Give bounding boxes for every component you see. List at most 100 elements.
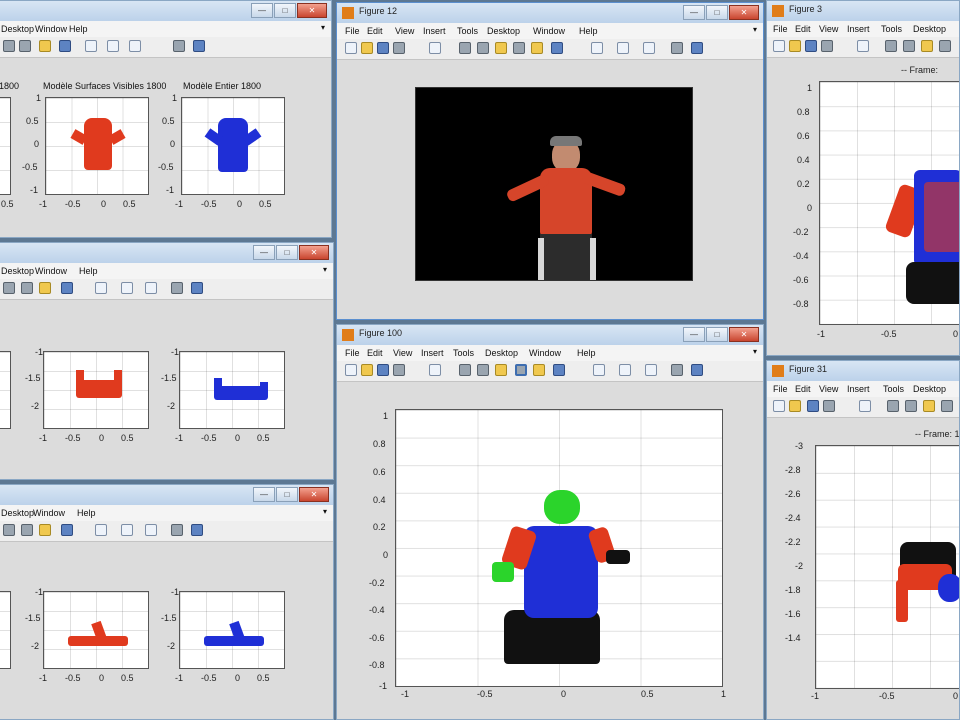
menu-file[interactable]: File [773,24,788,34]
datacursor-icon[interactable] [531,42,543,54]
rotate-icon[interactable] [3,524,15,536]
zoom-out-icon[interactable] [477,364,489,376]
menu-arrow-icon[interactable]: ▾ [753,25,757,34]
maximize-button[interactable]: □ [706,327,728,342]
menu-desktop[interactable]: Desktop [1,266,34,276]
menu-file[interactable]: File [345,348,360,358]
pointer-icon[interactable] [857,40,869,52]
save-icon[interactable] [807,400,819,412]
menu-tools[interactable]: Tools [881,24,902,34]
rotate-icon[interactable] [941,400,953,412]
axes-lt-1[interactable] [0,97,11,195]
datacursor-icon[interactable] [533,364,545,376]
hide-icon[interactable] [671,364,683,376]
show-icon[interactable] [691,364,703,376]
titlebar[interactable]: Figure 31 [767,361,959,381]
menu-arrow-icon[interactable]: ▾ [323,507,327,516]
maximize-button[interactable]: □ [276,487,298,502]
figure-window-left-top[interactable]: — □ ✕ Desktop Window Help ▾ 1800 Modèle … [0,0,332,238]
menu-desktop[interactable]: Desktop [1,24,34,34]
minimize-button[interactable]: — [253,245,275,260]
link-icon[interactable] [593,364,605,376]
menu-desktop[interactable]: Desktop [1,508,34,518]
figure-window-3[interactable]: Figure 3 File Edit View Insert Tools Des… [766,0,960,356]
menu-file[interactable]: File [773,384,788,394]
hide-icon[interactable] [173,40,185,52]
menu-view[interactable]: View [819,384,838,394]
zoom-in-icon[interactable] [887,400,899,412]
menu-help[interactable]: Help [69,24,88,34]
pointer-icon[interactable] [429,364,441,376]
figure-window-100[interactable]: Figure 100 — □ ✕ File Edit View Insert T… [336,324,764,720]
menu-help[interactable]: Help [77,508,96,518]
show-icon[interactable] [691,42,703,54]
close-button[interactable]: ✕ [729,5,759,20]
hide-icon[interactable] [171,524,183,536]
close-button[interactable]: ✕ [299,245,329,260]
menu-help[interactable]: Help [577,348,596,358]
legend-icon[interactable] [129,40,141,52]
titlebar[interactable]: — □ ✕ [0,485,333,505]
menu-tools[interactable]: Tools [453,348,474,358]
rotate-icon[interactable] [3,282,15,294]
menu-view[interactable]: View [819,24,838,34]
rotate-icon[interactable] [3,40,15,52]
menu-edit[interactable]: Edit [795,24,811,34]
save-icon[interactable] [377,364,389,376]
open-icon[interactable] [361,364,373,376]
close-button[interactable]: ✕ [299,487,329,502]
pan-icon[interactable] [923,400,935,412]
axes-lb-3[interactable] [179,591,285,669]
new-icon[interactable] [773,40,785,52]
zoom-in-icon[interactable] [459,364,471,376]
pan-icon[interactable] [495,42,507,54]
brush-icon[interactable] [551,42,563,54]
brush-icon[interactable] [59,40,71,52]
menu-window[interactable]: Window [35,24,67,34]
new-icon[interactable] [773,400,785,412]
zoom-out-icon[interactable] [903,40,915,52]
colorbar-icon[interactable] [619,364,631,376]
rotate-icon[interactable] [515,364,527,376]
menu-view[interactable]: View [393,348,412,358]
menu-window[interactable]: Window [33,508,65,518]
minimize-button[interactable]: — [251,3,273,18]
figure-window-left-bottom[interactable]: — □ ✕ Desktop Window Help ▾ -1 -1.5 -2 -… [0,484,334,720]
save-icon[interactable] [377,42,389,54]
zoom-out-icon[interactable] [905,400,917,412]
close-button[interactable]: ✕ [729,327,759,342]
axes-lm-2[interactable] [43,351,149,429]
menu-tools[interactable]: Tools [883,384,904,394]
menu-desktop[interactable]: Desktop [913,384,946,394]
brush-icon[interactable] [61,524,73,536]
menu-tools[interactable]: Tools [457,26,478,36]
minimize-button[interactable]: — [683,327,705,342]
datacursor-icon[interactable] [39,40,51,52]
brush-icon[interactable] [553,364,565,376]
menu-window[interactable]: Window [529,348,561,358]
pan-icon[interactable] [21,524,33,536]
print-icon[interactable] [393,364,405,376]
zoom-in-icon[interactable] [459,42,471,54]
maximize-button[interactable]: □ [276,245,298,260]
close-button[interactable]: ✕ [297,3,327,18]
menu-window[interactable]: Window [533,26,565,36]
print-icon[interactable] [393,42,405,54]
axes-fig3[interactable] [819,81,959,325]
link-icon[interactable] [591,42,603,54]
hide-icon[interactable] [671,42,683,54]
legend-icon[interactable] [643,42,655,54]
menu-file[interactable]: File [345,26,360,36]
axes-fig31[interactable] [815,445,959,689]
menu-window[interactable]: Window [35,266,67,276]
menu-edit[interactable]: Edit [367,348,383,358]
new-icon[interactable] [345,42,357,54]
menu-insert[interactable]: Insert [847,384,870,394]
figure-window-31[interactable]: Figure 31 File Edit View Insert Tools De… [766,360,960,720]
pan-icon[interactable] [921,40,933,52]
datacursor-icon[interactable] [39,524,51,536]
hide-icon[interactable] [171,282,183,294]
menu-arrow-icon[interactable]: ▾ [323,265,327,274]
zoom-in-icon[interactable] [885,40,897,52]
figure-window-left-middle[interactable]: — □ ✕ Desktop Window Help ▾ -1 -1 -1.5 -… [0,242,334,480]
